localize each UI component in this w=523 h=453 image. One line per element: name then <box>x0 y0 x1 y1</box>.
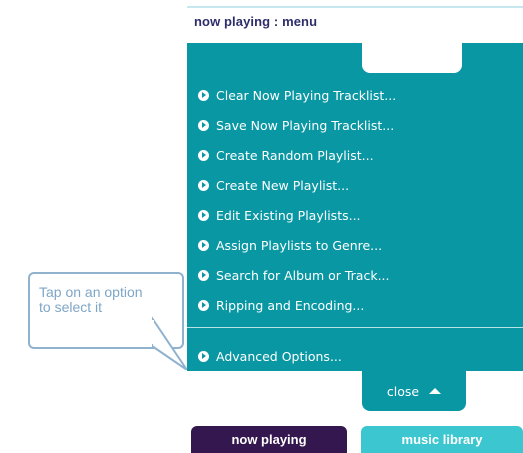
menu-item-label: Ripping and Encoding... <box>216 297 365 313</box>
play-arrow-icon <box>198 149 209 161</box>
menu-item-create-random-playlist[interactable]: Create Random Playlist... <box>187 140 523 170</box>
play-arrow-icon <box>198 350 209 362</box>
menu-notch <box>362 43 462 73</box>
menu-item-assign-playlists-genre[interactable]: Assign Playlists to Genre... <box>187 230 523 260</box>
menu-list: Clear Now Playing Tracklist... Save Now … <box>187 80 523 320</box>
page-title: now playing : menu <box>194 14 318 29</box>
menu-item-label: Save Now Playing Tracklist... <box>216 117 395 133</box>
menu-item-label: Create Random Playlist... <box>216 147 374 163</box>
tab-now-playing-label: now playing <box>231 432 307 447</box>
menu-item-edit-existing-playlists[interactable]: Edit Existing Playlists... <box>187 200 523 230</box>
top-separator <box>187 6 523 8</box>
menu-item-label: Advanced Options... <box>216 348 342 364</box>
menu-item-search-album-track[interactable]: Search for Album or Track... <box>187 260 523 290</box>
now-playing-menu-panel: now playing : menu Clear Now Playing Tra… <box>187 0 523 453</box>
tab-now-playing[interactable]: now playing <box>191 426 347 453</box>
menu-item-label: Assign Playlists to Genre... <box>216 237 383 253</box>
callout-text: Tap on an option to select it <box>39 284 143 315</box>
play-arrow-icon <box>198 119 209 131</box>
close-menu-button[interactable]: close <box>362 371 466 411</box>
menu-item-advanced-options[interactable]: Advanced Options... <box>187 341 523 371</box>
menu-item-create-new-playlist[interactable]: Create New Playlist... <box>187 170 523 200</box>
menu-item-clear-now-playing[interactable]: Clear Now Playing Tracklist... <box>187 80 523 110</box>
play-arrow-icon <box>198 269 209 281</box>
chevron-up-icon <box>429 388 442 394</box>
tab-music-library[interactable]: music library <box>361 426 523 453</box>
play-arrow-icon <box>198 209 209 221</box>
play-arrow-icon <box>198 239 209 251</box>
menu-item-label: Search for Album or Track... <box>216 267 390 283</box>
tab-music-library-label: music library <box>401 432 483 447</box>
close-label: close <box>386 383 420 399</box>
menu-item-label: Clear Now Playing Tracklist... <box>216 87 397 103</box>
play-arrow-icon <box>198 89 209 101</box>
play-arrow-icon <box>198 299 209 311</box>
menu-item-label: Edit Existing Playlists... <box>216 207 361 223</box>
menu-item-save-now-playing[interactable]: Save Now Playing Tracklist... <box>187 110 523 140</box>
menu-item-label: Create New Playlist... <box>216 177 350 193</box>
menu-item-ripping-encoding[interactable]: Ripping and Encoding... <box>187 290 523 320</box>
play-arrow-icon <box>198 179 209 191</box>
menu-footer <box>187 371 523 405</box>
menu-divider <box>187 327 523 328</box>
